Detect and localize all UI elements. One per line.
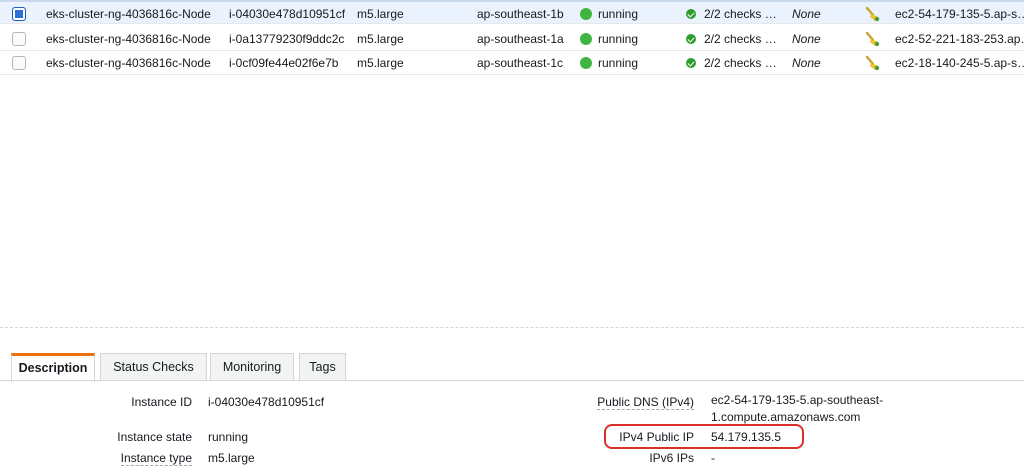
instance-name: eks-cluster-ng-4036816c-Node bbox=[46, 7, 211, 21]
public-dns: ec2-54-179-135-5.ap-s… bbox=[895, 7, 1024, 21]
public-dns-value-line1: ec2-54-179-135-5.ap-southeast- bbox=[711, 393, 884, 407]
tab-status-checks[interactable]: Status Checks bbox=[100, 353, 207, 381]
instance-name: eks-cluster-ng-4036816c-Node bbox=[46, 56, 211, 70]
ipv6-ips-label: IPv6 IPs bbox=[649, 451, 694, 465]
table-row[interactable]: eks-cluster-ng-4036816c-Node i-0a1377923… bbox=[0, 27, 1024, 51]
running-dot-icon bbox=[580, 33, 592, 45]
instance-id: i-0a13779230f9ddc2c bbox=[229, 32, 345, 46]
alarm-status: None bbox=[792, 32, 821, 46]
tab-monitoring[interactable]: Monitoring bbox=[210, 353, 294, 381]
check-circle-icon bbox=[686, 9, 696, 19]
instance-state: running bbox=[580, 27, 675, 51]
status-checks-text: 2/2 checks … bbox=[704, 32, 777, 46]
tab-description[interactable]: Description bbox=[11, 353, 95, 382]
instance-type: m5.large bbox=[357, 56, 404, 70]
tab-tags[interactable]: Tags bbox=[299, 353, 346, 381]
running-dot-icon bbox=[580, 8, 592, 20]
instance-type-value: m5.large bbox=[208, 451, 255, 465]
instance-state-value: running bbox=[208, 430, 249, 444]
public-dns-value-line2: 1.compute.amazonaws.com bbox=[711, 410, 861, 424]
alarm-status: None bbox=[792, 7, 821, 21]
details-tabs: Description Status Checks Monitoring Tag… bbox=[7, 353, 1024, 382]
public-dns: ec2-18-140-245-5.ap-s… bbox=[895, 56, 1024, 70]
public-dns-label-text: Public DNS (IPv4) bbox=[597, 395, 694, 410]
ipv6-ips-value: - bbox=[711, 451, 715, 465]
row-checkbox[interactable] bbox=[12, 7, 26, 21]
row-checkbox[interactable] bbox=[12, 56, 26, 70]
monitoring-cell[interactable] bbox=[864, 27, 884, 51]
instance-id: i-04030e478d10951cf bbox=[229, 7, 346, 21]
instance-name: eks-cluster-ng-4036816c-Node bbox=[46, 32, 211, 46]
alarm-status: None bbox=[792, 56, 821, 70]
public-dns: ec2-52-221-183-253.ap… bbox=[895, 32, 1024, 46]
monitoring-broom-icon[interactable] bbox=[864, 6, 880, 22]
instance-id-label: Instance ID bbox=[131, 395, 192, 409]
instance-id: i-0cf09fe44e02f6e7b bbox=[229, 56, 339, 70]
availability-zone: ap-southeast-1a bbox=[477, 32, 564, 46]
availability-zone: ap-southeast-1b bbox=[477, 7, 564, 21]
status-checks: 2/2 checks … bbox=[686, 51, 786, 75]
row-checkbox[interactable] bbox=[12, 32, 26, 46]
tabbar-divider bbox=[0, 380, 1024, 381]
status-checks-text: 2/2 checks … bbox=[704, 56, 777, 70]
monitoring-cell[interactable] bbox=[864, 51, 884, 75]
instance-state-text: running bbox=[598, 7, 639, 21]
monitoring-broom-icon[interactable] bbox=[864, 55, 880, 71]
monitoring-cell[interactable] bbox=[864, 2, 884, 26]
status-checks: 2/2 checks … bbox=[686, 2, 786, 26]
status-checks: 2/2 checks … bbox=[686, 27, 786, 51]
instance-type-label-text: Instance type bbox=[120, 451, 192, 466]
monitoring-broom-icon[interactable] bbox=[864, 31, 880, 47]
availability-zone: ap-southeast-1c bbox=[477, 56, 564, 70]
status-checks-text: 2/2 checks … bbox=[704, 7, 777, 21]
instance-type: m5.large bbox=[357, 7, 404, 21]
running-dot-icon bbox=[580, 57, 592, 69]
instance-type: m5.large bbox=[357, 32, 404, 46]
instance-type-label: Instance type bbox=[120, 451, 192, 466]
table-row[interactable]: eks-cluster-ng-4036816c-Node i-0cf09fe44… bbox=[0, 51, 1024, 75]
instance-state-label: Instance state bbox=[117, 430, 192, 444]
ipv4-highlight-annotation bbox=[604, 424, 804, 449]
instance-state-text: running bbox=[598, 32, 639, 46]
instance-id-value: i-04030e478d10951cf bbox=[208, 395, 325, 409]
check-circle-icon bbox=[686, 58, 696, 68]
pane-resize-handle[interactable] bbox=[0, 327, 1024, 329]
instance-state: running bbox=[580, 2, 675, 26]
instance-state: running bbox=[580, 51, 675, 75]
instance-state-text: running bbox=[598, 56, 639, 70]
check-circle-icon bbox=[686, 34, 696, 44]
public-dns-label: Public DNS (IPv4) bbox=[597, 395, 694, 410]
table-row[interactable]: eks-cluster-ng-4036816c-Node i-04030e478… bbox=[0, 0, 1024, 24]
